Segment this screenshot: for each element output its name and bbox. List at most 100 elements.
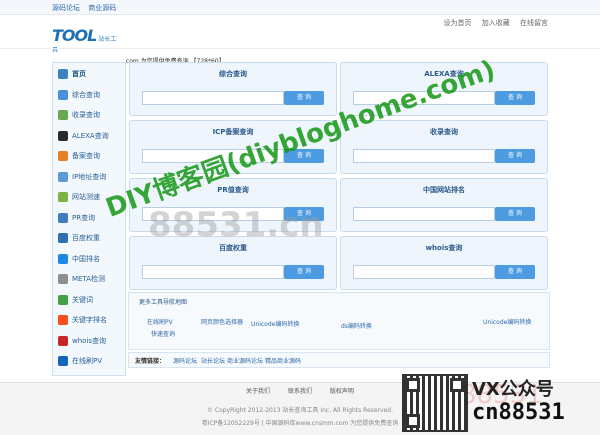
friend-links-label: 友情链接：: [135, 358, 166, 365]
icp-icon: [58, 151, 68, 161]
query-panel-5: 中国网站排名查 询: [340, 178, 548, 232]
friend-links: 友情链接： 源码论坛 站长论坛 商业源码论坛 精品商业源码: [128, 352, 550, 368]
nav-link-unicode-2[interactable]: Unicode编码转换: [483, 317, 531, 326]
query-button[interactable]: 查 询: [284, 149, 324, 163]
sidebar-item-label: ALEXA查询: [72, 131, 109, 140]
rank-icon: [58, 253, 68, 264]
sidebar-item-label: 关键词: [72, 295, 93, 304]
sidebar-item-5[interactable]: IP地址查询: [58, 168, 122, 186]
query-input[interactable]: [142, 207, 284, 221]
copyright-text: © CopyRight 2012-2013 站长查询工具 Inc. All Ri…: [206, 407, 394, 414]
keyword-icon: [58, 294, 68, 305]
footer-contact-link[interactable]: 联系我们: [288, 388, 312, 395]
query-panel-7: whois查询查 询: [340, 236, 548, 290]
sidebar-item-label: 在线刷PV: [72, 357, 103, 365]
sidebar-item-label: 关键字排名: [72, 316, 107, 324]
ip-icon: [58, 171, 68, 182]
query-panel-title: 中国网站排名: [423, 186, 465, 194]
sidebar-item-6[interactable]: 网站测速: [58, 188, 122, 206]
query-panel-title: ALEXA查询: [424, 70, 464, 78]
header-divider: [0, 48, 600, 57]
friend-link-3[interactable]: 商业源码论坛: [227, 356, 263, 365]
query-panel-title: PR值查询: [217, 186, 249, 194]
sidebar-item-14[interactable]: 在线刷PV: [58, 352, 122, 370]
query-button[interactable]: 查 询: [495, 207, 535, 221]
query-input[interactable]: [353, 91, 495, 105]
baidu-icon: [58, 233, 68, 243]
sidebar-item-label: IP地址查询: [72, 172, 107, 181]
query-panel-title: ICP备案查询: [212, 128, 254, 136]
sidebar-item-10[interactable]: META检测: [58, 270, 122, 288]
site-logo[interactable]: TOOL 站长工具: [52, 26, 122, 54]
nav-link-pv[interactable]: 在线刷PV: [147, 317, 173, 326]
footer-about-link[interactable]: 关于我们: [246, 388, 270, 395]
top-link-forum[interactable]: 源码论坛: [52, 4, 80, 12]
tools-nav-box: 更多工具导航地图 在线刷PV 网页颜色选择器 Unicode编码转换 ds编码转…: [128, 292, 550, 350]
sidebar-item-label: 备案查询: [72, 152, 100, 160]
sidebar-item-label: 首页: [72, 70, 86, 78]
query-panel-title: 百度权重: [219, 244, 247, 252]
sidebar-item-0[interactable]: 首页: [58, 65, 122, 83]
query-button[interactable]: 查 询: [495, 149, 535, 163]
sidebar-item-label: 百度权重: [72, 234, 100, 242]
nav-link-color-picker[interactable]: 网页颜色选择器: [201, 317, 243, 326]
alexa-icon: [58, 130, 68, 141]
query-input[interactable]: [353, 207, 495, 221]
sidebar-item-label: 中国排名: [72, 254, 100, 263]
footer-copyright-link[interactable]: 版权声明: [330, 388, 354, 395]
sidebar-item-label: 网站测速: [72, 193, 100, 201]
query-input[interactable]: [142, 149, 284, 163]
query-panel-title: whois查询: [425, 244, 463, 252]
query-panel-3: 收录查询查 询: [340, 120, 548, 174]
sidebar-item-8[interactable]: 百度权重: [58, 229, 122, 247]
logo-main: TOOL: [52, 26, 97, 45]
sidebar-item-label: PR查询: [72, 213, 96, 222]
query-input[interactable]: [353, 265, 495, 279]
top-link-commercial[interactable]: 商业源码: [88, 4, 116, 12]
sidebar-item-2[interactable]: 收录查询: [58, 106, 122, 124]
online-message-link[interactable]: 在线留言: [520, 19, 548, 27]
nav-link-quick[interactable]: 快速查询: [151, 329, 175, 338]
query-button[interactable]: 查 询: [284, 207, 324, 221]
friend-link-2[interactable]: 站长论坛: [201, 356, 225, 365]
qr-code-icon: [402, 374, 468, 432]
query-input[interactable]: [142, 265, 284, 279]
keyword-rank-icon: [58, 315, 68, 325]
pv-icon: [58, 356, 68, 366]
add-favorite-link[interactable]: 加入收藏: [482, 19, 510, 27]
sidebar-item-11[interactable]: 关键词: [58, 291, 122, 309]
sidebar-item-9[interactable]: 中国排名: [58, 250, 122, 268]
query-button[interactable]: 查 询: [284, 91, 324, 105]
sidebar-item-label: META检测: [72, 275, 105, 283]
query-panel-title: 综合查询: [219, 70, 247, 78]
sidebar-item-1[interactable]: 综合查询: [58, 86, 122, 104]
sidebar-item-12[interactable]: 关键字排名: [58, 311, 122, 329]
sidebar-item-label: 综合查询: [72, 90, 100, 99]
friend-link-4[interactable]: 精品商业源码: [265, 356, 301, 365]
footer: 关于我们 联系我们 版权声明 © CopyRight 2012-2013 站长查…: [0, 382, 600, 435]
sidebar-item-3[interactable]: ALEXA查询: [58, 127, 122, 145]
sidebar-item-label: 收录查询: [72, 111, 100, 119]
speed-icon: [58, 192, 68, 202]
set-homepage-link[interactable]: 设为首页: [444, 19, 472, 27]
footer-links: 关于我们 联系我们 版权声明: [0, 386, 600, 395]
home-icon: [58, 69, 68, 79]
query-button[interactable]: 查 询: [495, 91, 535, 105]
query-panel-title: 收录查询: [430, 128, 458, 136]
friend-link-1[interactable]: 源码论坛: [173, 356, 197, 365]
top-links-left: 源码论坛 商业源码: [52, 3, 122, 13]
sidebar-item-4[interactable]: 备案查询: [58, 147, 122, 165]
pr-icon: [58, 212, 68, 223]
nav-link-unicode-1[interactable]: Unicode编码转换: [251, 319, 299, 328]
sidebar-item-13[interactable]: whois查询: [58, 332, 122, 350]
nav-link-ds[interactable]: ds编码转换: [341, 321, 372, 330]
query-button[interactable]: 查 询: [284, 265, 324, 279]
query-button[interactable]: 查 询: [495, 265, 535, 279]
query-input[interactable]: [142, 91, 284, 105]
sidebar-item-7[interactable]: PR查询: [58, 209, 122, 227]
query-panel-1: ALEXA查询查 询: [340, 62, 548, 116]
whois-icon: [58, 335, 68, 346]
query-input[interactable]: [353, 149, 495, 163]
top-links-right: 设为首页 加入收藏 在线留言: [436, 18, 548, 28]
icp-text: 粤ICP备12052229号 | 中国源码库www.cnsmm.com 为您提供…: [201, 420, 399, 427]
